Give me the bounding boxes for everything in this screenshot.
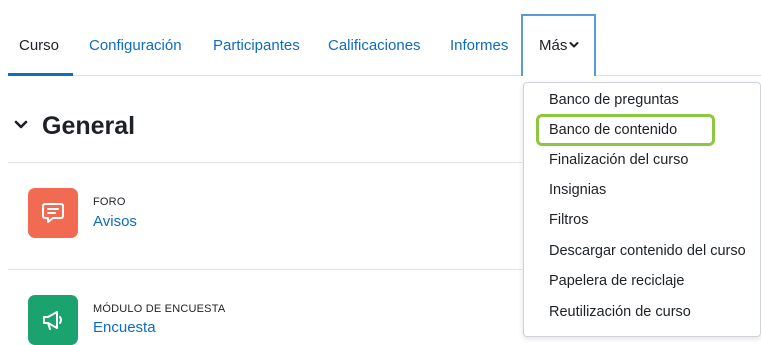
- tab-informes[interactable]: Informes: [450, 37, 508, 54]
- menu-item-finalizacion-curso[interactable]: Finalización del curso: [549, 152, 688, 168]
- tab-curso[interactable]: Curso: [19, 37, 59, 54]
- tab-participantes[interactable]: Participantes: [213, 37, 300, 54]
- menu-item-insignias[interactable]: Insignias: [549, 182, 606, 198]
- secondary-navigation: Curso Configuración Participantes Califi…: [0, 0, 761, 76]
- forum-icon[interactable]: [28, 188, 78, 238]
- chevron-down-icon[interactable]: [569, 41, 579, 49]
- active-tab-indicator: [8, 73, 73, 76]
- megaphone-icon[interactable]: [28, 295, 78, 345]
- highlight-annotation: [536, 114, 715, 146]
- menu-item-descargar-contenido[interactable]: Descargar contenido del curso: [549, 243, 746, 259]
- activity-link-avisos[interactable]: Avisos: [93, 213, 137, 230]
- tab-calificaciones[interactable]: Calificaciones: [328, 37, 421, 54]
- activity-type: MÓDULO DE ENCUESTA: [93, 303, 226, 315]
- menu-item-papelera-reciclaje[interactable]: Papelera de reciclaje: [549, 273, 684, 289]
- menu-item-banco-preguntas[interactable]: Banco de preguntas: [549, 92, 679, 108]
- tabs-divider: [8, 75, 761, 76]
- activity-type: FORO: [93, 196, 126, 208]
- activity-divider: [8, 269, 522, 270]
- tab-configuracion[interactable]: Configuración: [89, 37, 182, 54]
- section-collapse-icon[interactable]: [13, 118, 29, 132]
- menu-item-filtros[interactable]: Filtros: [549, 212, 588, 228]
- section-title: General: [42, 112, 136, 140]
- section-divider: [8, 162, 522, 163]
- activity-link-encuesta[interactable]: Encuesta: [93, 319, 156, 336]
- tab-mas-label[interactable]: Más: [539, 37, 567, 54]
- menu-item-reutilizacion-curso[interactable]: Reutilización de curso: [549, 304, 691, 320]
